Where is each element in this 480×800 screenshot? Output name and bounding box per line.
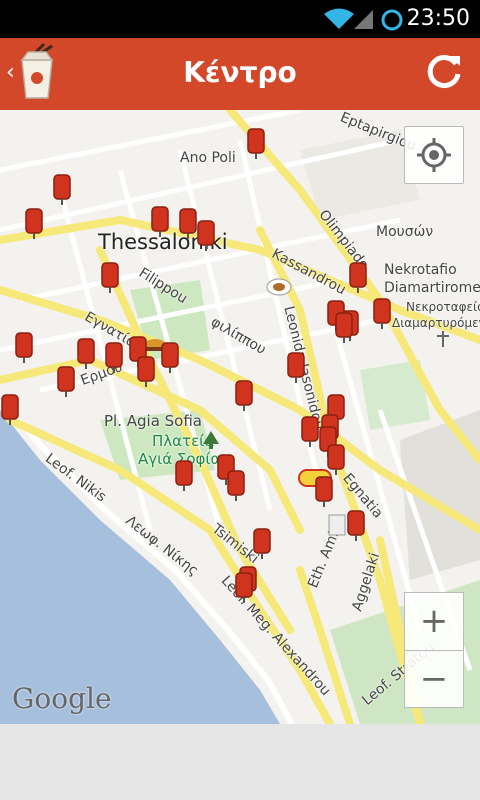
label-ano-poli: Ano Poli <box>180 150 236 166</box>
restaurant-pin[interactable] <box>179 208 197 240</box>
restaurant-pin[interactable] <box>253 528 271 560</box>
restaurant-pin[interactable] <box>287 352 305 384</box>
restaurant-pin[interactable] <box>349 262 367 294</box>
church-icon <box>437 331 449 347</box>
restaurant-pin[interactable] <box>235 380 253 412</box>
wifi-icon <box>324 8 354 29</box>
label-nekrotafio: Nekrotafio <box>384 262 457 278</box>
restaurant-pin[interactable] <box>53 174 71 206</box>
label-mouson: Μουσών <box>376 224 434 240</box>
page-title: Κέντρο <box>183 56 297 89</box>
tree-icon <box>203 431 219 449</box>
zoom-out-button[interactable]: − <box>404 650 464 708</box>
restaurant-pin[interactable] <box>335 312 353 344</box>
restaurant-pin[interactable] <box>151 206 169 238</box>
restaurant-pin[interactable] <box>105 342 123 374</box>
restaurant-pin[interactable] <box>1 394 19 426</box>
my-location-button[interactable] <box>404 126 464 184</box>
restaurant-pin[interactable] <box>327 444 345 476</box>
map-view[interactable]: Ano Poli Eptapirgiou Thessaloniki Olimpi… <box>0 110 480 724</box>
restaurant-pin[interactable] <box>25 208 43 240</box>
label-diamartyromenon-gr: Διαμαρτυρόμενων <box>392 316 480 330</box>
burger-logo-icon <box>266 278 292 296</box>
bottom-area <box>0 724 480 800</box>
restaurant-pin[interactable] <box>57 366 75 398</box>
label-diamartiromenon: Diamartiromen <box>384 280 480 296</box>
restaurant-pin[interactable] <box>247 128 265 160</box>
restaurant-pin[interactable] <box>197 220 215 252</box>
google-attribution: Google <box>12 682 112 715</box>
refresh-icon[interactable] <box>420 48 468 96</box>
restaurant-pin[interactable] <box>15 332 33 364</box>
restaurant-pin[interactable] <box>175 460 193 492</box>
my-location-icon <box>417 138 451 172</box>
restaurant-pin[interactable] <box>235 572 253 604</box>
restaurant-pin[interactable] <box>301 416 319 448</box>
restaurant-pin[interactable] <box>77 338 95 370</box>
zoom-in-label: + <box>419 601 449 641</box>
restaurant-pin[interactable] <box>347 510 365 542</box>
label-pl-agia-sofia: Pl. Agia Sofia <box>104 412 202 430</box>
restaurant-pin[interactable] <box>227 470 245 502</box>
restaurant-pin[interactable] <box>315 476 333 508</box>
sync-status-icon <box>381 9 403 31</box>
restaurant-pin[interactable] <box>373 298 391 330</box>
label-nekrotafeio-gr: Νεκροταφείο <box>406 300 480 314</box>
zoom-out-label: − <box>419 659 449 699</box>
restaurant-pin[interactable] <box>161 342 179 374</box>
info-kiosk-icon <box>328 514 346 536</box>
status-bar: 23:50 <box>0 0 480 38</box>
restaurant-pin[interactable] <box>137 356 155 388</box>
action-bar: ‹ Κέντρο <box>0 38 480 110</box>
restaurant-pin[interactable] <box>101 262 119 294</box>
signal-icon <box>354 10 373 29</box>
status-time: 23:50 <box>406 6 470 31</box>
zoom-in-button[interactable]: + <box>404 592 464 652</box>
